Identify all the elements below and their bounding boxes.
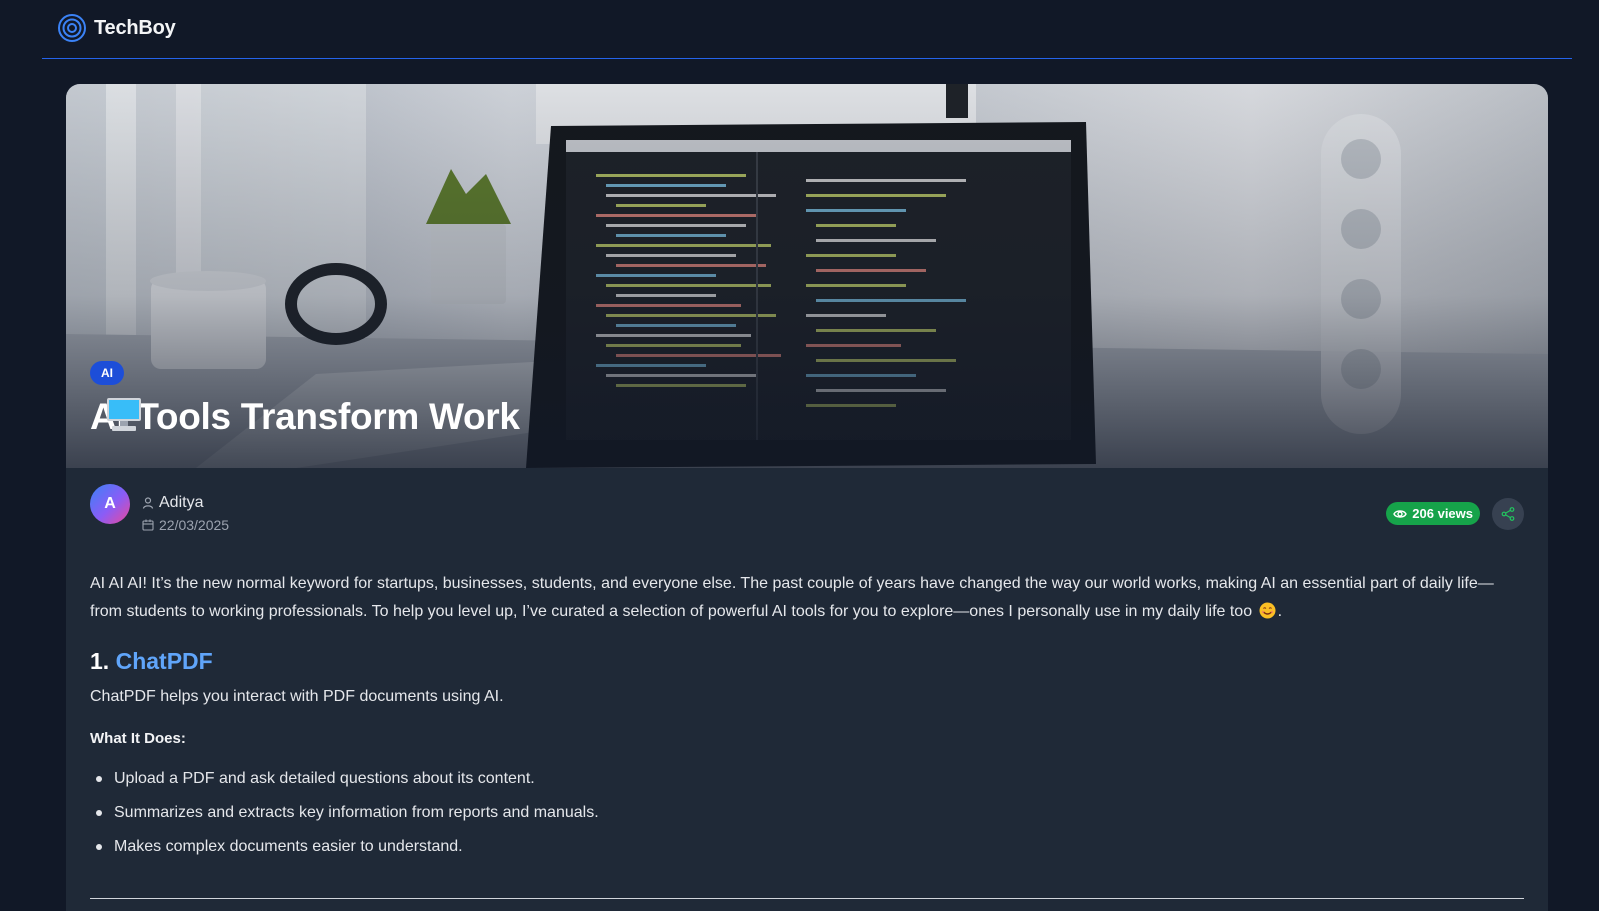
date-line: 22/03/2025 bbox=[142, 517, 229, 533]
avatar: A bbox=[90, 484, 130, 524]
category-badge[interactable]: AI bbox=[90, 361, 124, 385]
feature-list: Upload a PDF and ask detailed questions … bbox=[90, 768, 1524, 858]
top-navbar: TechBoy bbox=[42, 0, 1572, 59]
calendar-icon bbox=[142, 519, 154, 531]
author-name: Aditya bbox=[159, 494, 204, 511]
list-item: Upload a PDF and ask detailed questions … bbox=[90, 768, 1524, 790]
section-number: 1. bbox=[90, 648, 110, 674]
views-badge: 206 views bbox=[1386, 502, 1480, 525]
intro-end: . bbox=[1277, 602, 1283, 620]
post-meta: A Aditya 22/03/2025 206 views bbox=[90, 484, 1524, 540]
section-description: ChatPDF helps you interact with PDF docu… bbox=[90, 688, 504, 705]
brand-name: TechBoy bbox=[94, 16, 176, 39]
share-button[interactable] bbox=[1492, 498, 1524, 530]
chatpdf-link[interactable]: ChatPDF bbox=[116, 648, 213, 674]
author-line: Aditya bbox=[142, 494, 203, 512]
post-title: AI Tools Transform Work bbox=[90, 396, 520, 437]
eye-icon bbox=[1393, 509, 1408, 518]
what-it-does-heading: What It Does: bbox=[90, 730, 186, 747]
desktop-computer-icon bbox=[107, 398, 141, 431]
post-card: AI AI Tools Transform Work A Aditya 22/0… bbox=[66, 84, 1548, 911]
section-heading: 1. ChatPDF bbox=[90, 646, 1524, 676]
post-date: 22/03/2025 bbox=[159, 517, 230, 533]
hero-image: AI AI Tools Transform Work bbox=[66, 84, 1548, 468]
share-icon bbox=[1501, 507, 1515, 521]
article-body: AI AI AI! It’s the new normal keyword fo… bbox=[90, 570, 1524, 870]
user-icon bbox=[142, 497, 154, 509]
post-title-wrap: AI Tools Transform Work bbox=[90, 396, 520, 438]
intro-paragraph: AI AI AI! It’s the new normal keyword fo… bbox=[90, 570, 1524, 625]
smiling-face-icon bbox=[1259, 602, 1276, 618]
brand-link[interactable]: TechBoy bbox=[57, 13, 176, 43]
concentric-circles-icon bbox=[58, 14, 86, 42]
divider bbox=[90, 898, 1524, 899]
list-item: Makes complex documents easier to unders… bbox=[90, 836, 1524, 858]
intro-text: AI AI AI! It’s the new normal keyword fo… bbox=[90, 575, 1494, 620]
list-item: Summarizes and extracts key information … bbox=[90, 802, 1524, 824]
views-count: 206 views bbox=[1412, 506, 1473, 521]
